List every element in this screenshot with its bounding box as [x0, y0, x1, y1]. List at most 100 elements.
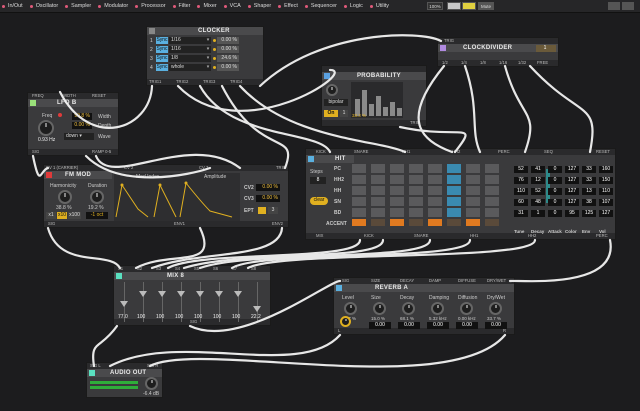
port-trig2[interactable]: TRIG2 — [176, 79, 188, 84]
param-value[interactable]: 107 — [599, 199, 613, 206]
port-fm-in[interactable]: TRIG — [276, 165, 286, 170]
step-cell[interactable] — [409, 186, 423, 195]
cable-tool-icon[interactable] — [462, 2, 476, 10]
step-cell[interactable] — [371, 208, 385, 217]
port-hit-in[interactable]: SNARE — [354, 149, 368, 154]
fader-handle[interactable] — [253, 306, 261, 312]
param-value[interactable]: 127 — [565, 177, 579, 184]
clear-button[interactable]: clear — [310, 197, 328, 205]
fader-handle[interactable] — [234, 291, 242, 297]
freq-knob[interactable] — [38, 120, 54, 136]
step-cell[interactable] — [352, 186, 366, 195]
port-hit-out[interactable]: MIX — [316, 233, 323, 238]
lfo-module[interactable]: FREQ WIDTH RESET LFO B Freq 0.93 Hz 99.8 %… — [27, 92, 119, 156]
port-div-out[interactable]: FREE — [537, 60, 548, 65]
param-value[interactable]: 0 — [548, 210, 562, 217]
param-value[interactable]: 52 — [531, 188, 545, 195]
reverb-box[interactable]: 0.00 — [398, 322, 420, 329]
divider-value[interactable]: 1 — [536, 45, 556, 52]
steps-value[interactable]: 8 — [310, 177, 326, 184]
step-cell[interactable] — [428, 186, 442, 195]
reverb-box[interactable]: 0.00 — [427, 322, 449, 329]
step-cell[interactable] — [485, 186, 499, 195]
fader-handle[interactable] — [139, 291, 147, 297]
port-hit-in[interactable]: SEQ — [544, 149, 553, 154]
duration-knob[interactable] — [90, 190, 104, 204]
port-fm-in[interactable]: CV 2 — [124, 165, 133, 170]
step-cell[interactable] — [390, 164, 404, 173]
param-value[interactable]: 13 — [582, 188, 596, 195]
port-freq[interactable]: FREQ — [32, 93, 44, 98]
fader-handle[interactable] — [158, 291, 166, 297]
x100-button[interactable]: x100 — [68, 212, 81, 219]
step-cell[interactable] — [428, 175, 442, 184]
step-cell[interactable] — [390, 208, 404, 217]
param-value[interactable]: 110 — [599, 188, 613, 195]
step-cell[interactable] — [447, 219, 461, 226]
fader-handle[interactable] — [177, 291, 185, 297]
ept-value[interactable]: 3 — [268, 207, 278, 214]
fader-handle[interactable] — [120, 301, 128, 307]
step-cell[interactable] — [428, 219, 442, 226]
step-cell[interactable] — [390, 219, 404, 226]
step-cell[interactable] — [428, 197, 442, 206]
clocker-module[interactable]: CLOCKER TRIG1 TRIG2 TRIG3 TRIG4 1 Sync 1/16 ▾ 0… — [146, 26, 264, 86]
port-width[interactable]: WIDTH — [62, 93, 76, 98]
reverb-knob[interactable] — [460, 302, 473, 315]
fm-module[interactable]: CV 1 (CARRIER) CV 2 CV 3 TRIG FM MOD Harmon… — [43, 164, 289, 228]
step-cell[interactable] — [352, 197, 366, 206]
port-fm-out[interactable]: SIG — [48, 221, 55, 226]
x10-button[interactable]: x10 — [57, 212, 67, 219]
octave-value[interactable]: -1 oct — [86, 212, 108, 219]
step-cell[interactable] — [466, 219, 480, 226]
port-sig[interactable]: SIG — [342, 278, 349, 283]
port-diffuse[interactable]: DIFFUSE — [458, 278, 476, 283]
port-s2[interactable]: S2 — [137, 266, 142, 271]
step-cell[interactable] — [371, 164, 385, 173]
port-trig1[interactable]: TRIG1 — [149, 79, 161, 84]
step-cell[interactable] — [466, 186, 480, 195]
step-cell[interactable] — [409, 197, 423, 206]
mix-module[interactable]: S1 S2 S3 S4 S5 S6 S7 S8 MIX 8 SIG 77.0 100 100 100… — [113, 265, 271, 326]
step-cell[interactable] — [485, 175, 499, 184]
menu-item-sampler[interactable]: Sampler — [65, 3, 91, 9]
port-trig3[interactable]: TRIG3 — [203, 79, 215, 84]
sync-button[interactable]: Sync — [156, 46, 168, 53]
sync-button[interactable]: Sync — [156, 55, 168, 62]
menu-item-oscillator[interactable]: Oscillator — [29, 3, 58, 9]
port-audio-in[interactable]: SIG L — [90, 363, 101, 368]
edit-tool-icon[interactable] — [447, 2, 461, 10]
param-value[interactable]: 1 — [531, 210, 545, 217]
port-decay[interactable]: DECAY — [400, 278, 414, 283]
port-hit-in[interactable]: HH2 — [452, 149, 460, 154]
step-cell[interactable] — [485, 164, 499, 173]
fm-envelope-display[interactable] — [114, 173, 240, 221]
step-cell[interactable] — [352, 219, 366, 226]
param-value[interactable]: 12 — [531, 177, 545, 184]
param-value[interactable]: 160 — [599, 166, 613, 173]
port-audio-in[interactable]: SIG R — [147, 363, 158, 368]
probability-num[interactable]: 1 — [340, 110, 348, 117]
param-value[interactable]: 48 — [531, 199, 545, 206]
param-value[interactable]: 150 — [599, 177, 613, 184]
port-reverb-out[interactable]: L — [338, 328, 340, 333]
probability-module[interactable]: PROBABILITY bipolar On 1 33.3 % TRIG — [321, 65, 427, 127]
fader-handle[interactable] — [215, 291, 223, 297]
reverb-knob[interactable] — [373, 302, 386, 315]
step-cell[interactable] — [447, 208, 461, 217]
step-cell[interactable] — [371, 219, 385, 226]
port-hit-out[interactable]: HH1 — [470, 233, 478, 238]
reverb-knob[interactable] — [489, 302, 502, 315]
step-cell[interactable] — [485, 197, 499, 206]
menu-item-effect[interactable]: Effect — [278, 3, 298, 9]
step-cell[interactable] — [447, 197, 461, 206]
step-cell[interactable] — [447, 175, 461, 184]
port-damp[interactable]: DAMP — [429, 278, 441, 283]
menu-item-modulator[interactable]: Modulator — [98, 3, 128, 9]
port-hit-in[interactable]: PERC — [498, 149, 510, 154]
menu-item-processor[interactable]: Processor — [135, 3, 166, 9]
step-cell[interactable] — [390, 186, 404, 195]
port-s3[interactable]: S3 — [156, 266, 161, 271]
step-cell[interactable] — [447, 186, 461, 195]
level-knob[interactable] — [340, 316, 351, 327]
